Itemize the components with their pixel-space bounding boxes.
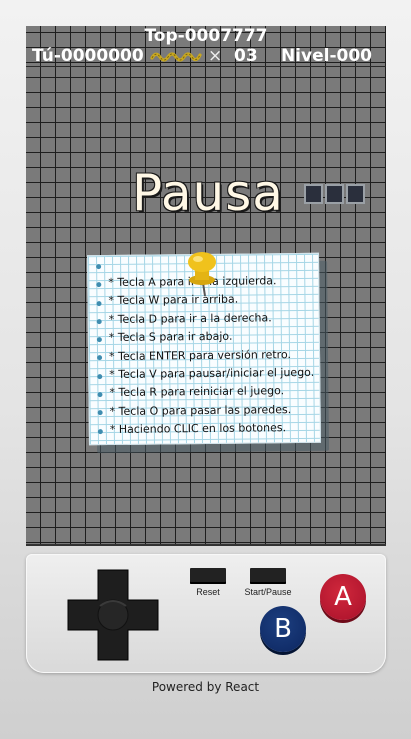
binder-holes — [96, 264, 104, 447]
instruction-item: * Tecla D para ir a la derecha. — [108, 311, 272, 326]
player-score: Tú-0000000 — [32, 46, 144, 66]
snake-segment — [346, 184, 365, 204]
snake-segment — [304, 184, 323, 204]
game-console: Top-0007777 Tú-0000000 × 03 Nivel-000 Pa… — [26, 26, 386, 673]
instruction-item: * Tecla ENTER para versión retro. — [108, 347, 292, 363]
b-button[interactable]: B — [260, 606, 306, 652]
a-button[interactable]: A — [320, 574, 366, 620]
pause-title: Pausa — [132, 164, 284, 222]
lives-count: 03 — [234, 46, 258, 66]
dpad-icon[interactable] — [64, 566, 162, 664]
reset-button[interactable] — [190, 568, 226, 584]
control-panel: Reset Start/Pause A B — [26, 554, 386, 673]
instruction-item: * Tecla S para ir abajo. — [108, 329, 233, 345]
start-pause-button[interactable] — [250, 568, 286, 584]
instruction-item: * Haciendo CLIC en los botones. — [109, 421, 287, 437]
pushpin-icon — [188, 252, 216, 297]
start-pause-label: Start/Pause — [244, 587, 292, 597]
snake-icon — [150, 52, 202, 62]
instruction-item: * Tecla V para pausar/iniciar el juego. — [109, 365, 315, 382]
lives-multiplier: × — [208, 46, 223, 66]
powered-by-footer: Powered by React — [151, 680, 260, 694]
instruction-item: * Tecla O para pasar las paredes. — [109, 402, 292, 418]
hud-row: Tú-0000000 × 03 Nivel-000 — [26, 45, 386, 67]
level-indicator: Nivel-000 — [280, 46, 372, 66]
snake-segment — [325, 184, 344, 204]
reset-label: Reset — [196, 587, 220, 597]
snake-body-blocks — [304, 184, 365, 204]
hud-divider — [26, 66, 386, 67]
game-board: Top-0007777 Tú-0000000 × 03 Nivel-000 Pa… — [26, 26, 386, 546]
instruction-item: * Tecla R para reiniciar el juego. — [109, 384, 285, 400]
